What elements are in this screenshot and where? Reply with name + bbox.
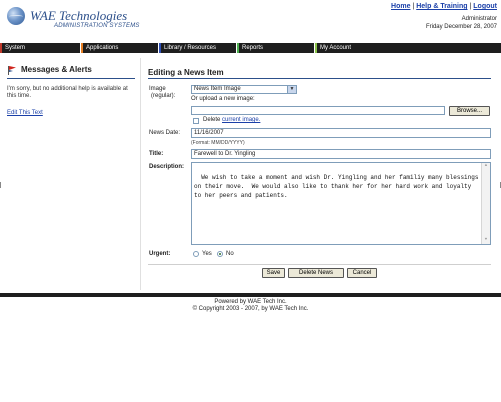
- image-select-value: News Item Image: [194, 86, 241, 92]
- description-text: We wish to take a moment and wish Dr. Yi…: [194, 174, 479, 199]
- urgent-label: Urgent:: [149, 251, 171, 257]
- nav-color-bar: [0, 43, 2, 53]
- copyright: © Copyright 2003 - 2007, by WAE Tech Inc…: [192, 306, 309, 312]
- link-separator: |: [412, 3, 415, 10]
- alerts-title: Messages & Alerts: [21, 65, 92, 74]
- left-edge-marker: [0, 182, 1, 188]
- user-info: Administrator Friday December 28, 2007: [426, 15, 497, 31]
- urgent-yes-radio[interactable]: [193, 251, 199, 257]
- image-label-text: Image: [149, 86, 166, 92]
- main-nav: System Applications Library / Resources …: [0, 43, 501, 53]
- help-training-link[interactable]: Help & Training: [416, 3, 467, 10]
- urgent-yes-label: Yes: [202, 251, 212, 257]
- news-date-input[interactable]: 11/16/2007: [191, 128, 491, 138]
- title-label: Title:: [149, 151, 164, 157]
- scroll-up-icon[interactable]: ▲: [482, 163, 490, 170]
- image-select[interactable]: News Item Image ▼: [191, 85, 297, 94]
- urgent-no-radio[interactable]: [217, 251, 223, 257]
- description-scrollbar[interactable]: ▲ ▼: [481, 163, 490, 244]
- news-date-label: News Date:: [149, 130, 181, 136]
- page-title: Editing a News Item: [148, 68, 224, 77]
- alerts-header: Messages & Alerts: [7, 65, 135, 75]
- nav-item-reports[interactable]: Reports: [237, 43, 314, 53]
- delete-image-checkbox[interactable]: [193, 118, 199, 124]
- nav-item-my-account[interactable]: My Account: [315, 43, 501, 53]
- upload-hint: Or upload a new image:: [191, 96, 255, 102]
- nav-label: Library / Resources: [164, 45, 217, 51]
- upload-file-input[interactable]: [191, 106, 445, 115]
- logo-subtitle: ADMINISTRATION SYSTEMS: [54, 23, 140, 29]
- delete-image-label: Delete current image.: [203, 117, 260, 123]
- user-role: Administrator: [461, 16, 497, 22]
- current-image-link[interactable]: current image.: [222, 117, 260, 123]
- powered-by: Powered by WAE Tech Inc.: [214, 299, 287, 305]
- footer: Powered by WAE Tech Inc. © Copyright 200…: [0, 299, 501, 313]
- cancel-button[interactable]: Cancel: [347, 268, 377, 278]
- footer-bar: [0, 293, 501, 297]
- delete-news-button[interactable]: Delete News: [288, 268, 344, 278]
- description-textarea[interactable]: We wish to take a moment and wish Dr. Yi…: [191, 162, 491, 245]
- nav-color-bar: [81, 43, 83, 53]
- globe-logo-icon: [7, 7, 25, 25]
- image-label: Image (regular):: [149, 86, 175, 100]
- header: WAE Technologies ADMINISTRATION SYSTEMS …: [0, 0, 501, 42]
- nav-label: My Account: [320, 45, 352, 51]
- scroll-down-icon[interactable]: ▼: [482, 237, 490, 244]
- urgent-no-label: No: [226, 251, 234, 257]
- nav-color-bar: [159, 43, 161, 53]
- date-format-hint: (Format: MM/DD/YYYY): [191, 140, 245, 146]
- alert-flag-icon: [8, 66, 16, 75]
- alerts-message: I'm sorry, but no additional help is ava…: [7, 86, 128, 99]
- save-button[interactable]: Save: [262, 268, 285, 278]
- link-separator: |: [469, 3, 472, 10]
- image-sublabel: (regular):: [151, 93, 176, 99]
- nav-label: Reports: [242, 45, 264, 51]
- title-input[interactable]: Farewell to Dr. Yingling: [191, 149, 491, 159]
- browse-button[interactable]: Browse...: [449, 106, 490, 116]
- alerts-divider: [7, 78, 135, 79]
- title-divider: [148, 78, 491, 79]
- form-divider: [148, 264, 491, 265]
- chevron-down-icon[interactable]: ▼: [287, 86, 296, 93]
- sidebar: Messages & Alerts I'm sorry, but no addi…: [0, 58, 141, 290]
- top-links: Home | Help & Training | Logout: [391, 3, 497, 10]
- current-date: Friday December 28, 2007: [425, 24, 497, 30]
- logo-title: WAE Technologies: [30, 8, 128, 23]
- nav-label: Applications: [86, 45, 119, 51]
- home-link[interactable]: Home: [391, 3, 410, 10]
- nav-item-system[interactable]: System: [0, 43, 80, 53]
- logout-link[interactable]: Logout: [473, 3, 497, 10]
- nav-color-bar: [237, 43, 239, 53]
- edit-text-link[interactable]: Edit This Text: [7, 110, 43, 116]
- nav-item-library-resources[interactable]: Library / Resources: [159, 43, 236, 53]
- nav-item-applications[interactable]: Applications: [81, 43, 158, 53]
- delete-label-text: Delete: [203, 117, 221, 123]
- nav-label: System: [5, 45, 26, 51]
- nav-color-bar: [315, 43, 317, 53]
- description-label: Description:: [149, 164, 185, 170]
